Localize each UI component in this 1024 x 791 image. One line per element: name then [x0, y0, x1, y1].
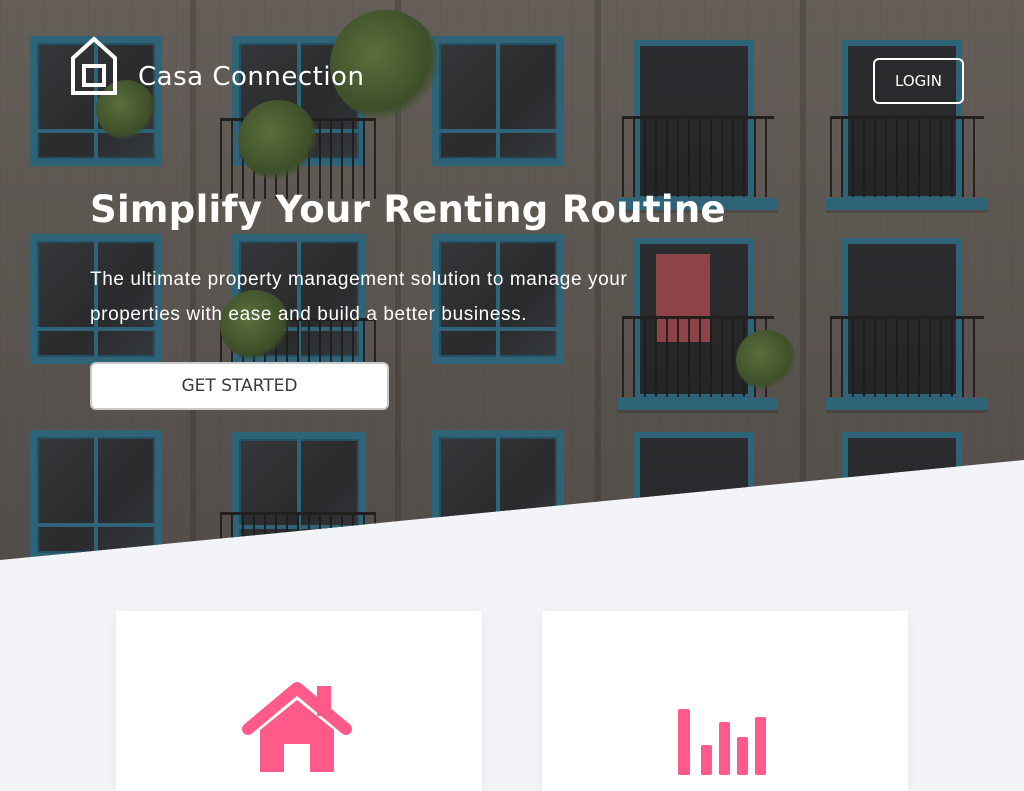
get-started-button[interactable]: GET STARTED	[90, 362, 389, 410]
hero-headline: Simplify Your Renting Routine	[90, 188, 726, 231]
bar-chart-icon	[674, 705, 770, 775]
feature-card-analytics	[542, 611, 908, 791]
house-outline-icon[interactable]	[70, 36, 118, 96]
feature-card-properties	[116, 611, 482, 791]
home-icon	[242, 682, 352, 772]
brand-name[interactable]: Casa Connection	[138, 62, 364, 92]
login-button[interactable]: LOGIN	[873, 58, 964, 104]
hero-subheadline: The ultimate property management solutio…	[90, 269, 628, 325]
